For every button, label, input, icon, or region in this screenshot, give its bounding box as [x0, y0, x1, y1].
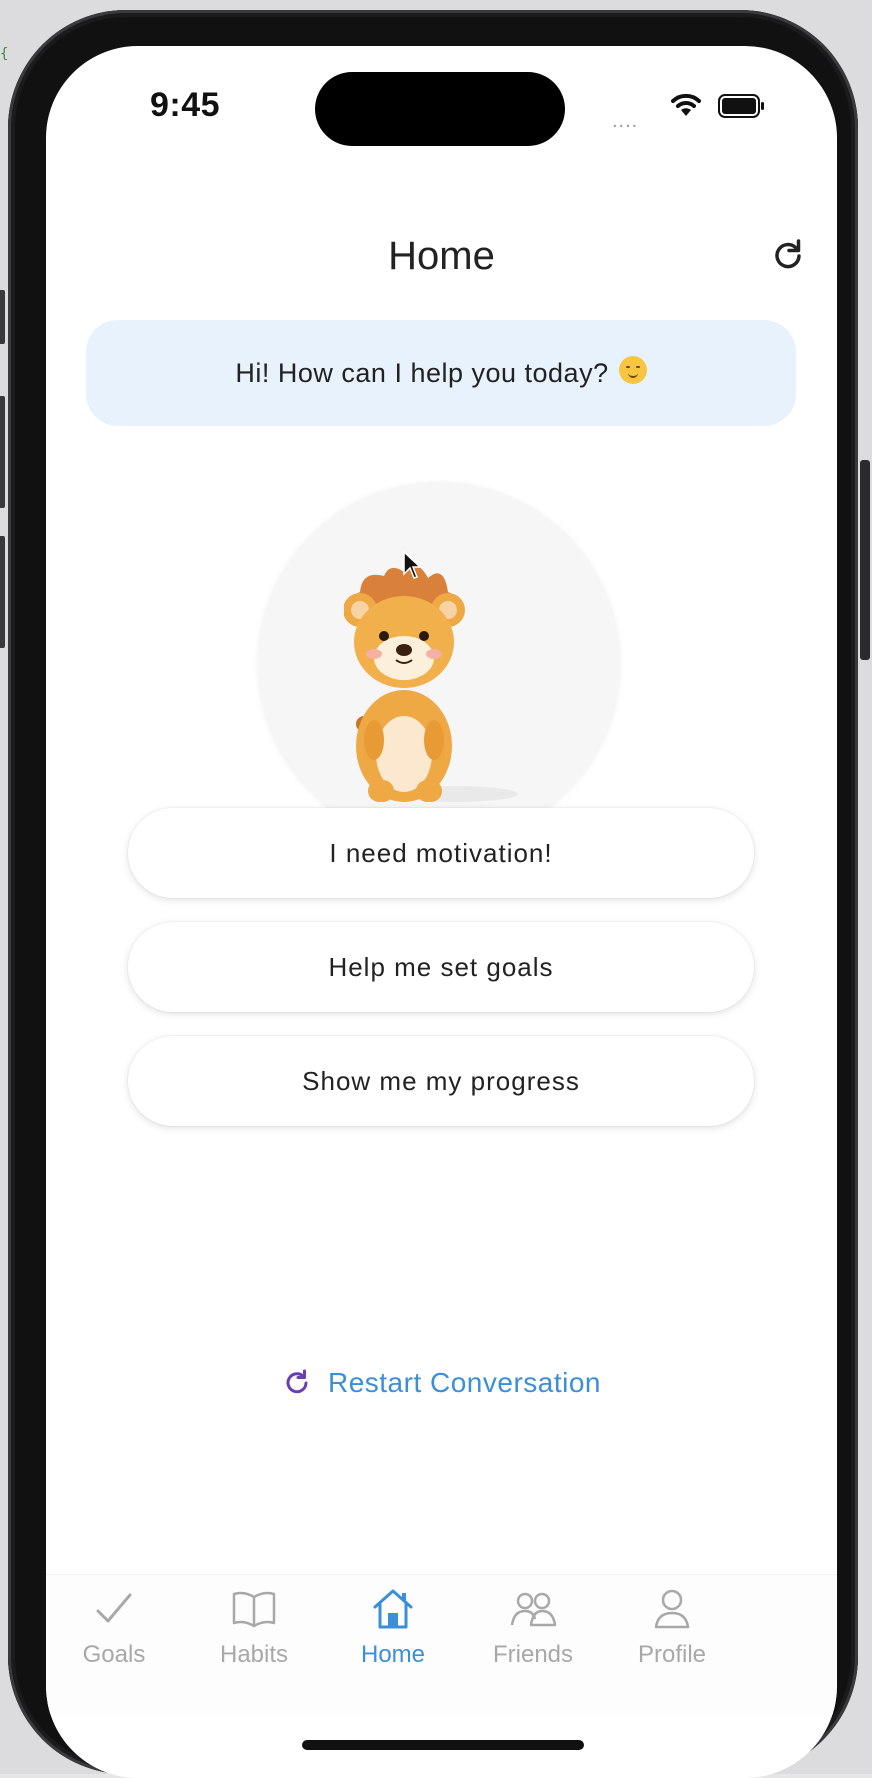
tab-label: Goals	[82, 1641, 146, 1668]
tab-habits[interactable]: Habits	[179, 1585, 329, 1695]
app-screen: 9:45 .... Home Hi! How can I help you to…	[46, 46, 837, 1778]
tab-label: Profile	[637, 1641, 707, 1668]
option-button-show-progress[interactable]: Show me my progress	[128, 1036, 754, 1126]
status-time: 9:45	[150, 86, 221, 124]
refresh-icon	[286, 1369, 308, 1394]
option-button-motivation[interactable]: I need motivation!	[128, 808, 754, 898]
battery-icon	[718, 94, 764, 118]
smiling-face-icon	[618, 356, 647, 384]
tab-home[interactable]: Home	[318, 1585, 468, 1695]
lion-mascot-icon	[344, 565, 518, 802]
greeting-bubble: Hi! How can I help you today?	[86, 320, 796, 426]
signal-dots: ....	[612, 110, 639, 132]
option-button-set-goals[interactable]: Help me set goals	[128, 922, 754, 1012]
dynamic-island	[315, 72, 565, 146]
mouse-cursor-icon	[403, 550, 422, 579]
book-icon	[232, 1591, 276, 1628]
refresh-icon[interactable]	[768, 236, 808, 276]
person-icon	[654, 1589, 690, 1629]
restart-conversation-label: Restart Conversation	[327, 1367, 601, 1398]
tab-label: Friends	[492, 1641, 574, 1668]
edge-marker	[0, 290, 5, 344]
page-title: Home	[388, 234, 495, 278]
greeting-text: Hi! How can I help you today?	[235, 357, 609, 388]
edge-marker	[0, 536, 5, 648]
tab-label: Home	[360, 1641, 426, 1668]
home-indicator[interactable]	[302, 1740, 584, 1750]
wifi-icon	[671, 93, 701, 116]
checkmark-icon	[96, 1593, 132, 1623]
tab-label: Habits	[219, 1641, 289, 1668]
restart-conversation-button[interactable]: Restart Conversation	[46, 1358, 837, 1408]
tab-profile[interactable]: Profile	[597, 1585, 747, 1695]
nav-header: Home	[46, 196, 837, 278]
side-button	[860, 460, 870, 660]
bottom-tab-bar: Goals Habits Home Friends Profile	[46, 1574, 837, 1715]
status-bar: 9:45 ....	[46, 46, 837, 166]
code-brace-glyph: {	[0, 46, 9, 62]
edge-marker	[0, 396, 5, 508]
tab-friends[interactable]: Friends	[458, 1585, 608, 1695]
home-icon	[373, 1589, 413, 1629]
mascot-avatar	[258, 482, 620, 844]
people-icon	[510, 1592, 557, 1627]
phone-frame: 9:45 .... Home Hi! How can I help you to…	[8, 10, 858, 1778]
tab-goals[interactable]: Goals	[46, 1585, 189, 1695]
